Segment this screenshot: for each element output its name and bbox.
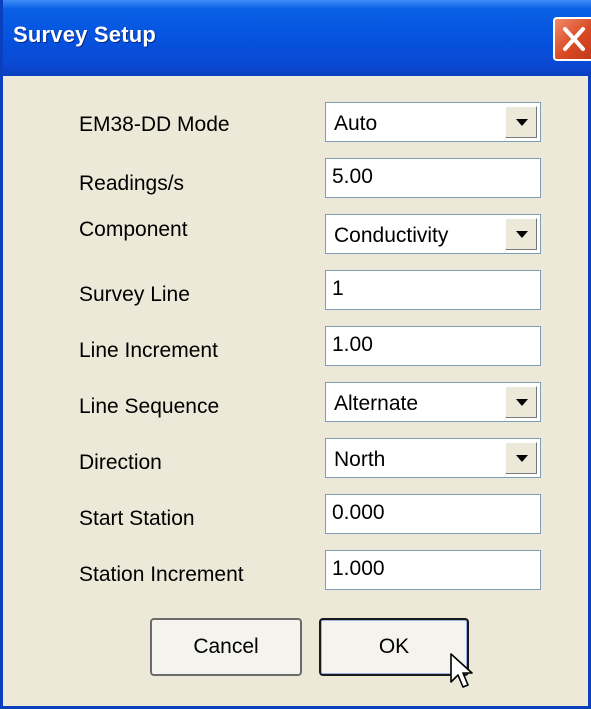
readings-per-second-input[interactable]: 5.00 bbox=[325, 158, 541, 198]
chevron-down-icon bbox=[516, 399, 528, 406]
component-label: Component bbox=[79, 218, 188, 241]
direction-select[interactable]: North bbox=[325, 438, 541, 478]
window-title: Survey Setup bbox=[13, 22, 157, 47]
line-increment-label: Line Increment bbox=[79, 339, 218, 362]
em38-mode-select[interactable]: Auto bbox=[325, 102, 541, 142]
line-increment-input[interactable]: 1.00 bbox=[325, 326, 541, 366]
ok-button[interactable]: OK bbox=[319, 618, 469, 676]
line-sequence-value: Alternate bbox=[334, 392, 419, 415]
component-value: Conductivity bbox=[334, 224, 449, 247]
close-button[interactable] bbox=[553, 17, 591, 61]
start-station-label: Start Station bbox=[79, 507, 195, 530]
direction-label: Direction bbox=[79, 451, 162, 474]
line-increment-value: 1.00 bbox=[332, 333, 373, 356]
close-x-icon bbox=[563, 27, 585, 51]
em38-mode-label: EM38-DD Mode bbox=[79, 113, 230, 136]
station-increment-input[interactable]: 1.000 bbox=[325, 550, 541, 590]
em38-mode-dropdown-button[interactable] bbox=[505, 106, 537, 138]
line-sequence-select[interactable]: Alternate bbox=[325, 382, 541, 422]
survey-line-input[interactable]: 1 bbox=[325, 270, 541, 310]
survey-line-value: 1 bbox=[332, 277, 344, 300]
station-increment-label: Station Increment bbox=[79, 563, 244, 586]
chevron-down-icon bbox=[516, 119, 528, 126]
line-sequence-label: Line Sequence bbox=[79, 395, 220, 418]
em38-mode-value: Auto bbox=[334, 112, 378, 135]
chevron-down-icon bbox=[516, 455, 528, 462]
start-station-value: 0.000 bbox=[332, 501, 385, 524]
component-dropdown-button[interactable] bbox=[505, 218, 537, 250]
chevron-down-icon bbox=[516, 231, 528, 238]
direction-dropdown-button[interactable] bbox=[505, 442, 537, 474]
start-station-input[interactable]: 0.000 bbox=[325, 494, 541, 534]
cancel-button[interactable]: Cancel bbox=[150, 618, 302, 676]
mouse-pointer-icon bbox=[450, 653, 473, 688]
survey-setup-dialog: Survey Setup EM38-DD Mode Auto Readings/… bbox=[0, 0, 591, 709]
component-select[interactable]: Conductivity bbox=[325, 214, 541, 254]
line-sequence-dropdown-button[interactable] bbox=[505, 386, 537, 418]
title-bar[interactable]: Survey Setup bbox=[3, 0, 591, 76]
direction-value: North bbox=[334, 448, 386, 471]
survey-line-label: Survey Line bbox=[79, 283, 190, 306]
readings-per-second-label: Readings/s bbox=[79, 172, 185, 195]
readings-per-second-value: 5.00 bbox=[332, 165, 373, 188]
station-increment-value: 1.000 bbox=[332, 557, 385, 580]
